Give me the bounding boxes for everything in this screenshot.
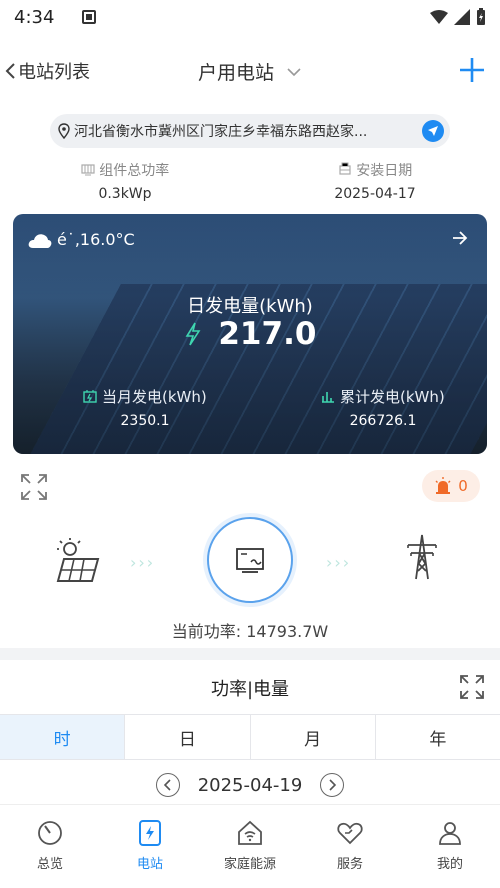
prev-date-button[interactable] bbox=[155, 773, 180, 797]
install-date-value: 2025-04-17 bbox=[334, 186, 416, 202]
cloud-icon bbox=[28, 233, 52, 248]
alarm-count: 0 bbox=[458, 477, 468, 495]
page-title: 户用电站 bbox=[197, 62, 274, 84]
arrow-right-icon[interactable] bbox=[451, 230, 469, 246]
status-icons bbox=[430, 8, 486, 26]
generation-banner[interactable]: é˙,16.0°C 日发电量(kWh) 217.0 当月发电(kWh) 2350… bbox=[13, 214, 487, 454]
next-date-button[interactable] bbox=[320, 773, 345, 797]
install-date-label: 安装日期 bbox=[356, 163, 413, 179]
info-total-power: 组件总功率 0.3kWp bbox=[0, 160, 250, 202]
bar-chart-icon bbox=[322, 392, 335, 403]
total-power-value: 0.3kWp bbox=[98, 186, 152, 202]
station-icon bbox=[139, 820, 161, 846]
daily-gen-label: 日发电量(kWh) bbox=[187, 296, 313, 317]
tab-hour[interactable]: 时 bbox=[0, 715, 126, 759]
bottom-nav: 总览 电站 家庭能源 服务 我的 bbox=[0, 804, 500, 888]
nav-label-home-energy: 家庭能源 bbox=[223, 857, 276, 872]
signal-icon bbox=[454, 9, 470, 25]
section-divider bbox=[0, 648, 500, 660]
battery-charge-icon bbox=[83, 390, 97, 403]
fullscreen-icon[interactable] bbox=[20, 473, 48, 501]
chevron-down-icon bbox=[287, 68, 301, 77]
total-gen: 累计发电(kWh) 266726.1 bbox=[303, 386, 463, 429]
nav-label-overview: 总览 bbox=[36, 857, 63, 872]
user-icon bbox=[439, 822, 461, 845]
nav-label-mine: 我的 bbox=[436, 857, 463, 872]
flow-arrows-right: ››› bbox=[326, 553, 352, 572]
dashboard-icon bbox=[38, 821, 62, 845]
nav-label-service: 服务 bbox=[336, 857, 363, 872]
wifi-icon bbox=[430, 10, 448, 24]
nav-label-station: 电站 bbox=[136, 857, 163, 872]
monthly-gen-label: 当月发电(kWh) bbox=[102, 388, 207, 406]
monthly-gen: 当月发电(kWh) 2350.1 bbox=[65, 386, 225, 429]
navigate-button[interactable] bbox=[422, 120, 444, 142]
install-icon bbox=[339, 162, 351, 175]
navigate-arrow-icon bbox=[428, 126, 438, 136]
top-nav: 电站列表 户用电站 bbox=[0, 50, 500, 94]
weather-text: é˙,16.0°C bbox=[57, 230, 135, 249]
inverter-icon bbox=[236, 548, 264, 573]
lightning-icon bbox=[185, 322, 201, 346]
panel-icon bbox=[81, 164, 95, 176]
siren-icon bbox=[435, 477, 451, 494]
total-gen-label: 累计发电(kWh) bbox=[340, 388, 445, 406]
nav-mine[interactable]: 我的 bbox=[400, 805, 500, 888]
period-tabs: 时 日 月 年 bbox=[0, 714, 500, 760]
inverter-button[interactable] bbox=[207, 517, 293, 603]
home-wifi-icon bbox=[238, 820, 262, 845]
info-install-date: 安装日期 2025-04-17 bbox=[250, 160, 500, 202]
heart-hand-icon bbox=[337, 822, 363, 845]
chevron-right-icon bbox=[329, 779, 337, 791]
nav-service[interactable]: 服务 bbox=[300, 805, 400, 888]
energy-flow: ››› ››› bbox=[0, 515, 500, 615]
expand-chart-icon[interactable] bbox=[458, 673, 486, 701]
power-tower-icon bbox=[407, 534, 437, 580]
solar-panel-icon bbox=[56, 538, 100, 582]
nav-overview[interactable]: 总览 bbox=[0, 805, 100, 888]
daily-gen: 217.0 bbox=[13, 316, 487, 352]
monthly-gen-value: 2350.1 bbox=[120, 413, 170, 429]
status-time: 4:34 bbox=[14, 6, 55, 28]
station-type-dropdown[interactable]: 户用电站 bbox=[0, 58, 500, 85]
add-icon[interactable] bbox=[458, 56, 486, 84]
selected-date[interactable]: 2025-04-19 bbox=[198, 775, 303, 796]
total-gen-value: 266726.1 bbox=[349, 413, 417, 429]
total-power-label: 组件总功率 bbox=[99, 163, 170, 179]
tab-year[interactable]: 年 bbox=[376, 715, 500, 759]
nav-station[interactable]: 电站 bbox=[100, 805, 200, 888]
battery-icon bbox=[477, 8, 485, 25]
chart-section-title: 功率|电量 bbox=[210, 679, 290, 700]
status-bar: 4:34 bbox=[0, 0, 500, 34]
chevron-left-icon bbox=[163, 779, 171, 791]
address-text: 河北省衡水市冀州区门家庄乡幸福东路西赵家... bbox=[74, 124, 368, 140]
flow-arrows-left: ››› bbox=[130, 553, 156, 572]
date-selector: 2025-04-19 bbox=[0, 768, 500, 802]
daily-gen-value: 217.0 bbox=[218, 316, 317, 352]
notification-icon bbox=[82, 10, 97, 24]
nav-home-energy[interactable]: 家庭能源 bbox=[200, 805, 300, 888]
current-power: 当前功率: 14793.7W bbox=[171, 622, 329, 641]
alarm-button[interactable]: 0 bbox=[422, 470, 480, 502]
weather: é˙,16.0°C bbox=[27, 230, 135, 249]
address-bar[interactable]: 河北省衡水市冀州区门家庄乡幸福东路西赵家... bbox=[50, 114, 450, 148]
tab-month[interactable]: 月 bbox=[251, 715, 376, 759]
location-pin-icon bbox=[58, 123, 70, 139]
tab-day[interactable]: 日 bbox=[125, 715, 251, 759]
